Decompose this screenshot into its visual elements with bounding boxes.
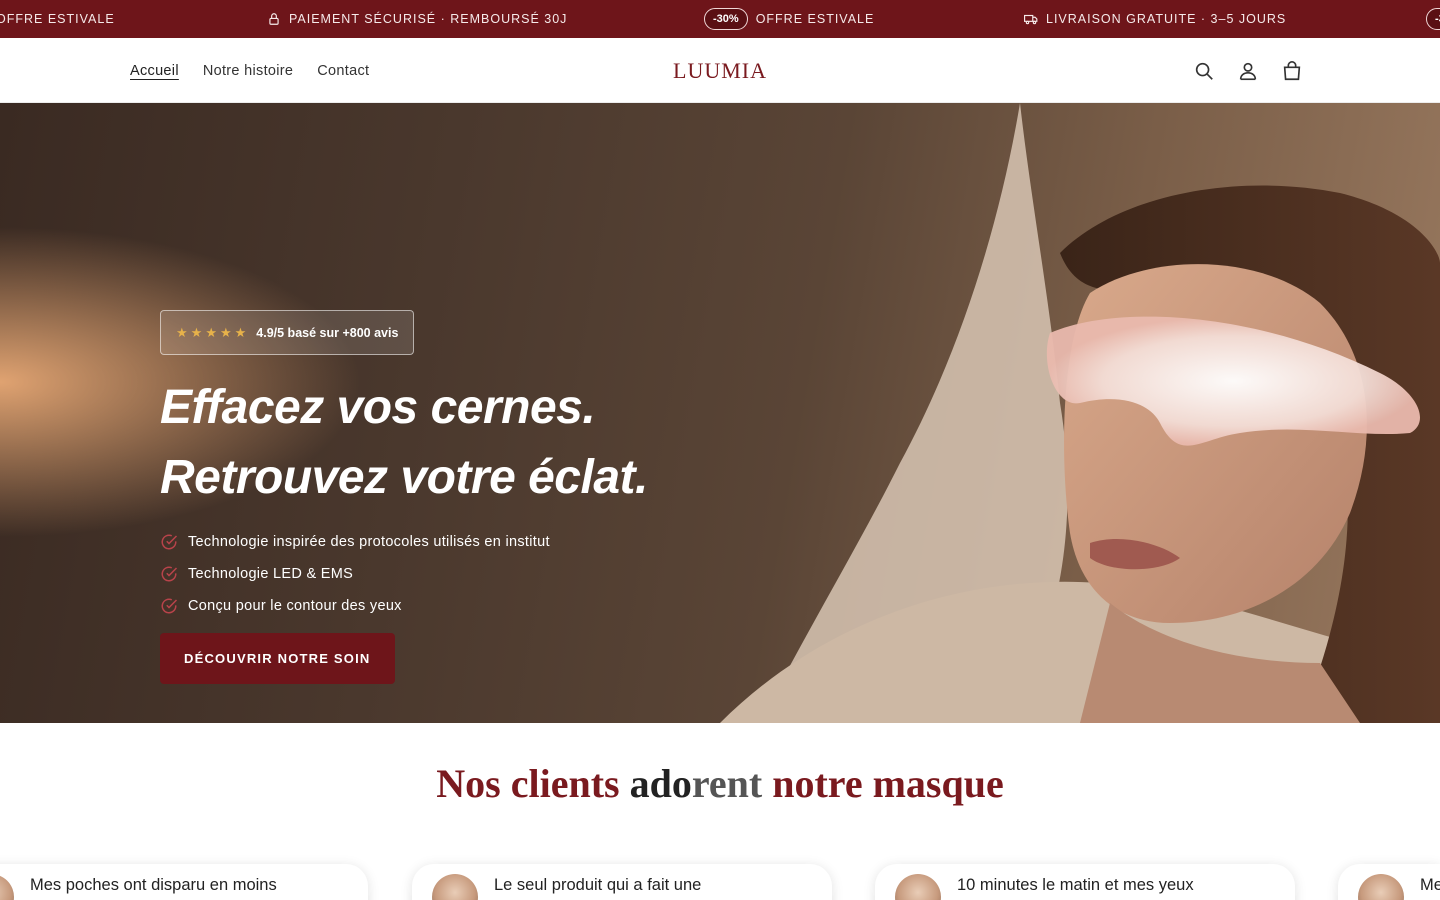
rating-badge: ★ ★ ★ ★ ★ 4.9/5 basé sur +800 avis [160,310,415,355]
reviews-title-part: notre masque [762,761,1004,806]
search-icon[interactable] [1192,59,1216,83]
avatar [0,874,14,900]
review-text: Mes poches ont disparu en moins [30,876,277,894]
review-text: 10 minutes le matin et mes yeux [957,876,1194,894]
review-card[interactable]: Mes poches ont disparu en moins [0,864,368,900]
feature-text: Technologie LED & EMS [188,566,354,582]
announcement-bar: OFFRE ESTIVALE PAIEMENT SÉCURISÉ · REMBO… [0,0,1440,38]
star-icon: ★ [205,325,217,340]
announcement-item: PAIEMENT SÉCURISÉ · REMBOURSÉ 30J [267,0,567,38]
review-text: Le seul produit qui a fait une [494,876,702,894]
avatar [1358,874,1404,900]
account-icon[interactable] [1236,59,1260,83]
discover-product-button[interactable]: DÉCOUVRIR NOTRE SOIN [160,633,395,684]
feature-text: Conçu pour le contour des yeux [188,598,402,614]
feature-list: Technologie inspirée des protocoles util… [160,533,760,615]
star-rating: ★ ★ ★ ★ ★ [176,326,246,339]
discount-badge: -30% [704,8,748,30]
cart-icon[interactable] [1280,59,1304,83]
lock-icon [269,13,279,25]
announcement-item: LIVRAISON GRATUITE · 3–5 JOURS [1024,0,1286,38]
star-icon: ★ [219,325,232,340]
announcement-text: OFFRE ESTIVALE [755,12,875,26]
review-card[interactable]: 10 minutes le matin et mes yeux [875,864,1295,900]
star-icon: ★ [190,325,203,340]
hero-title: Effacez vos cernes. Retrouvez votre écla… [160,373,760,513]
main-nav: Accueil Notre histoire Contact [130,38,369,103]
feature-item: Conçu pour le contour des yeux [160,597,760,615]
site-logo[interactable]: LUUMIA [673,58,767,84]
feature-text: Technologie inspirée des protocoles util… [188,534,550,550]
nav-link-notre-histoire[interactable]: Notre histoire [203,63,293,79]
site-header: Accueil Notre histoire Contact LUUMIA [0,38,1440,103]
hero-title-line2: Retrouvez votre éclat. [160,451,648,504]
header-actions [1192,38,1304,103]
announcement-text: OFFRE ESTIVALE [0,12,115,26]
rating-text: 4.9/5 basé sur +800 avis [256,325,399,340]
discount-badge: -30% [1426,8,1440,30]
hero-section: ★ ★ ★ ★ ★ 4.9/5 basé sur +800 avis Effac… [0,103,1440,723]
hero-title-line1: Effacez vos cernes. [160,381,596,434]
reviews-title-part: rent [691,761,763,806]
review-card[interactable]: Le seul produit qui a fait une [412,864,832,900]
announcement-text: PAIEMENT SÉCURISÉ · REMBOURSÉ 30J [289,12,568,26]
review-text: Me [1420,876,1440,894]
reviews-title: Nos clients adorent notre masque [0,760,1440,807]
review-card[interactable]: Me [1338,864,1440,900]
announcement-item: -30% OFFRE ESTIVALE [704,0,874,38]
avatar [432,874,478,900]
truck-icon [1024,14,1038,25]
feature-item: Technologie inspirée des protocoles util… [160,533,760,551]
announcement-text: LIVRAISON GRATUITE · 3–5 JOURS [1046,12,1287,26]
announcement-item: OFFRE ESTIVALE [0,0,115,38]
star-icon: ★ [234,325,247,340]
reviews-title-part: Nos clients [436,761,630,806]
avatar [895,874,941,900]
star-icon: ★ [176,325,188,340]
check-circle-icon [161,598,178,614]
reviews-title-part: ado [629,761,692,806]
check-circle-icon [161,566,178,582]
announcement-item: -30% [1426,0,1440,38]
hero-content: ★ ★ ★ ★ ★ 4.9/5 basé sur +800 avis Effac… [160,310,760,684]
check-circle-icon [161,534,178,550]
nav-link-accueil[interactable]: Accueil [130,63,179,79]
feature-item: Technologie LED & EMS [160,565,760,583]
nav-link-contact[interactable]: Contact [317,63,369,79]
